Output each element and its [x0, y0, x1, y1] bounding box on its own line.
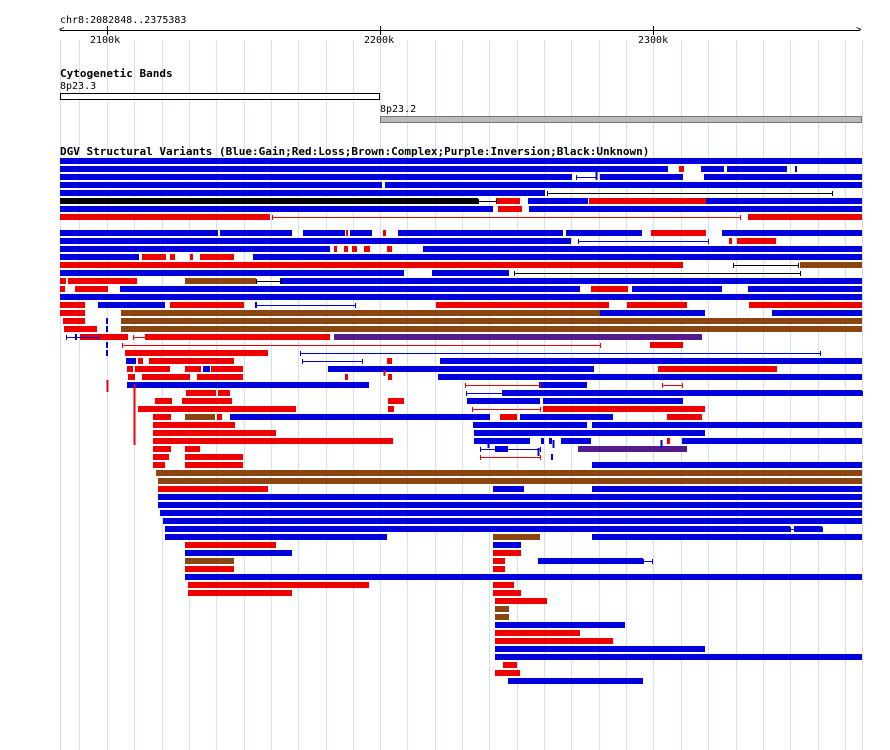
locus-label: chr8:2082848..2375383: [60, 15, 187, 26]
cytoband-label: 8p23.2: [380, 104, 417, 115]
ruler-axis: [60, 30, 860, 31]
ruler-tick: [380, 26, 381, 35]
ruler-tick-label: 2100k: [90, 35, 121, 46]
cytoband-track-title: Cytogenetic Bands: [60, 67, 173, 80]
ruler-left-arrow-icon: <: [59, 25, 65, 35]
ruler-right-arrow-icon: >: [856, 25, 862, 35]
cytoband-8p23-3[interactable]: [60, 93, 380, 100]
grid-lines: [60, 40, 863, 750]
ruler-tick-label: 2300k: [638, 35, 669, 46]
cytoband-label: 8p23.3: [60, 81, 97, 92]
cytoband-8p23-2[interactable]: [380, 116, 862, 123]
ruler-tick-label: 2200k: [364, 35, 395, 46]
sv-track-title: DGV Structural Variants (Blue:Gain;Red:L…: [60, 145, 650, 158]
ruler-tick: [107, 26, 108, 35]
ruler-tick: [653, 26, 654, 35]
